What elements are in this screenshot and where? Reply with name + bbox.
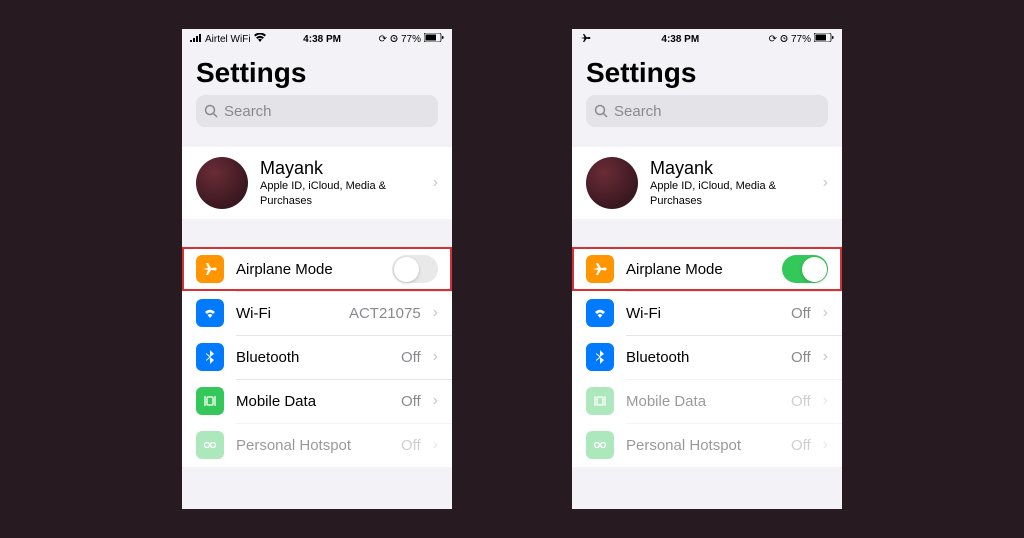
search-icon <box>594 104 608 118</box>
alarm-icon <box>780 34 788 45</box>
airplane-toggle[interactable] <box>392 255 438 283</box>
hotspot-icon <box>586 431 614 459</box>
row-label: Airplane Mode <box>236 261 380 278</box>
airplane-icon <box>586 255 614 283</box>
row-value: ACT21075 <box>349 305 421 322</box>
profile-name: Mayank <box>260 158 421 179</box>
cellular-icon <box>196 387 224 415</box>
row-label: Bluetooth <box>236 349 389 366</box>
chevron-right-icon: › <box>823 174 828 192</box>
profile-name: Mayank <box>650 158 811 179</box>
battery-percentage: 77% <box>401 34 421 45</box>
header: Settings Search <box>182 49 452 133</box>
chevron-right-icon: › <box>433 174 438 192</box>
hotspot-icon <box>196 431 224 459</box>
airplane-mode-row[interactable]: Airplane Mode <box>572 247 842 291</box>
status-time: 4:38 PM <box>303 34 341 45</box>
row-value: Off <box>791 305 811 322</box>
bluetooth-icon <box>196 343 224 371</box>
row-label: Bluetooth <box>626 349 779 366</box>
row-value: Off <box>401 349 421 366</box>
search-placeholder: Search <box>614 103 662 120</box>
bluetooth-row[interactable]: Bluetooth Off › <box>182 335 452 379</box>
row-label: Wi-Fi <box>236 305 337 322</box>
mobile-data-row[interactable]: Mobile Data Off › <box>572 379 842 423</box>
chevron-right-icon: › <box>823 304 828 322</box>
battery-percentage: 77% <box>791 34 811 45</box>
row-label: Airplane Mode <box>626 261 770 278</box>
bluetooth-row[interactable]: Bluetooth Off › <box>572 335 842 379</box>
hotspot-row[interactable]: Personal Hotspot Off › <box>182 423 452 467</box>
chevron-right-icon: › <box>823 348 828 366</box>
search-icon <box>204 104 218 118</box>
chevron-right-icon: › <box>823 436 828 454</box>
status-bar: 4:38 PM ⟳ 77% <box>572 29 842 49</box>
page-title: Settings <box>196 57 438 89</box>
chevron-right-icon: › <box>433 392 438 410</box>
screen-right: 4:38 PM ⟳ 77% Settings Search Mayank App… <box>572 29 842 509</box>
wifi-icon <box>254 33 266 45</box>
avatar <box>196 157 248 209</box>
avatar <box>586 157 638 209</box>
header: Settings Search <box>572 49 842 133</box>
bluetooth-icon <box>586 343 614 371</box>
airplane-status-icon <box>580 32 592 47</box>
airplane-mode-row[interactable]: Airplane Mode <box>182 247 452 291</box>
wifi-row[interactable]: Wi-Fi Off › <box>572 291 842 335</box>
search-input[interactable]: Search <box>196 95 438 127</box>
alarm-icon <box>390 34 398 45</box>
wifi-icon <box>196 299 224 327</box>
battery-icon <box>814 33 834 45</box>
row-value: Off <box>791 349 811 366</box>
row-label: Mobile Data <box>626 393 779 410</box>
row-value: Off <box>791 437 811 454</box>
hotspot-row[interactable]: Personal Hotspot Off › <box>572 423 842 467</box>
search-placeholder: Search <box>224 103 272 120</box>
settings-list: Airplane Mode Wi-Fi Off › Bluetooth Off … <box>572 247 842 467</box>
chevron-right-icon: › <box>433 304 438 322</box>
search-input[interactable]: Search <box>586 95 828 127</box>
mobile-data-row[interactable]: Mobile Data Off › <box>182 379 452 423</box>
cellular-icon <box>586 387 614 415</box>
battery-icon <box>424 33 444 45</box>
wifi-icon <box>586 299 614 327</box>
profile-subtitle: Apple ID, iCloud, Media & Purchases <box>260 179 421 208</box>
chevron-right-icon: › <box>823 392 828 410</box>
page-title: Settings <box>586 57 828 89</box>
row-label: Mobile Data <box>236 393 389 410</box>
orientation-lock-icon: ⟳ <box>379 34 387 45</box>
row-value: Off <box>401 393 421 410</box>
profile-row[interactable]: Mayank Apple ID, iCloud, Media & Purchas… <box>572 147 842 219</box>
chevron-right-icon: › <box>433 348 438 366</box>
status-time: 4:38 PM <box>661 34 699 45</box>
orientation-lock-icon: ⟳ <box>769 34 777 45</box>
carrier-name: Airtel WiFi <box>205 34 251 45</box>
row-value: Off <box>401 437 421 454</box>
settings-list: Airplane Mode Wi-Fi ACT21075 › Bluetooth… <box>182 247 452 467</box>
chevron-right-icon: › <box>433 436 438 454</box>
airplane-icon <box>196 255 224 283</box>
row-label: Personal Hotspot <box>626 437 779 454</box>
row-label: Wi-Fi <box>626 305 779 322</box>
signal-icon <box>190 34 202 45</box>
screen-left: Airtel WiFi 4:38 PM ⟳ 77% Settings Searc… <box>182 29 452 509</box>
row-label: Personal Hotspot <box>236 437 389 454</box>
profile-row[interactable]: Mayank Apple ID, iCloud, Media & Purchas… <box>182 147 452 219</box>
wifi-row[interactable]: Wi-Fi ACT21075 › <box>182 291 452 335</box>
profile-subtitle: Apple ID, iCloud, Media & Purchases <box>650 179 811 208</box>
row-value: Off <box>791 393 811 410</box>
status-bar: Airtel WiFi 4:38 PM ⟳ 77% <box>182 29 452 49</box>
airplane-toggle[interactable] <box>782 255 828 283</box>
